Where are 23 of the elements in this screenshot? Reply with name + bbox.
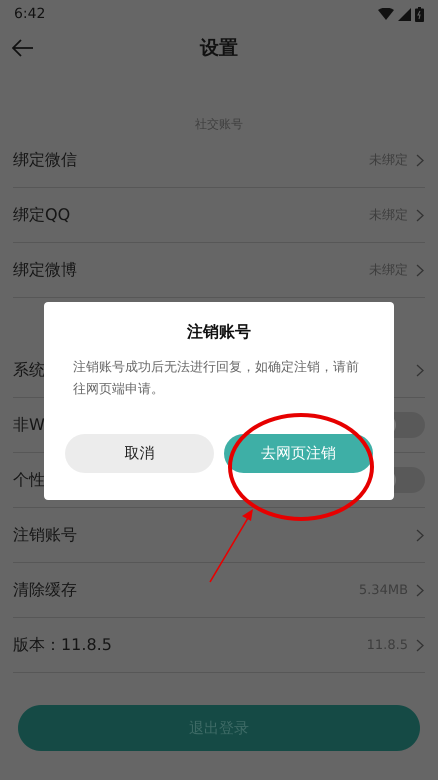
setting-label[interactable]: 绑定微信 [13, 150, 369, 170]
battery-icon [415, 6, 424, 22]
wifi-icon [378, 8, 394, 20]
chevron-right-icon[interactable] [416, 364, 424, 376]
confirm-button[interactable]: 去网页注销 [224, 434, 373, 473]
chevron-right-icon[interactable] [416, 528, 424, 542]
setting-label[interactable]: 绑定QQ [13, 204, 369, 226]
chevron-right-icon[interactable] [416, 638, 424, 652]
setting-label[interactable]: 清除缓存 [13, 580, 359, 600]
page-title: 设置 [200, 36, 238, 61]
back-arrow-icon[interactable] [12, 39, 34, 57]
status-time: 6:42 [14, 6, 46, 22]
dialog-title: 注销账号 [186, 322, 252, 343]
signal-icon [398, 8, 411, 20]
setting-label[interactable]: 版本：11.8.5 [13, 634, 367, 656]
setting-label[interactable]: 注销账号 [13, 524, 416, 546]
setting-label[interactable]: 绑定微博 [13, 260, 369, 280]
chevron-right-icon[interactable] [416, 154, 424, 166]
chevron-right-icon[interactable] [416, 264, 424, 276]
chevron-right-icon[interactable] [416, 584, 424, 596]
dialog-message: 注销账号成功后无法进行回复，如确定注销，请前往网页端申请。 [72, 359, 360, 399]
cancel-button[interactable]: 取消 [65, 434, 214, 473]
chevron-right-icon[interactable] [416, 208, 424, 222]
